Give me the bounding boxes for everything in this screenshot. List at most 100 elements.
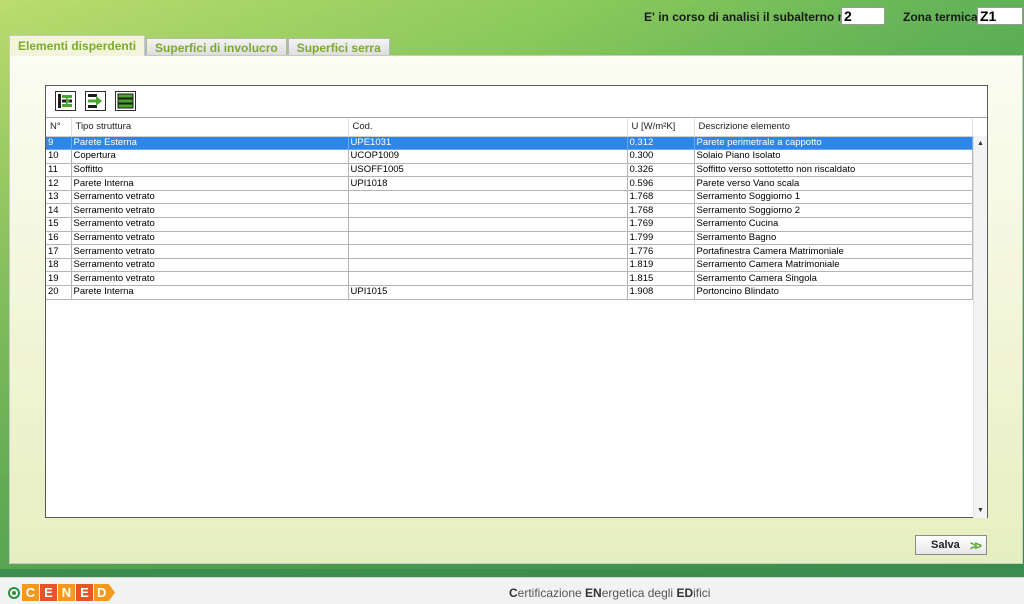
cell-u: 1.768 <box>627 203 695 219</box>
scroll-up-icon[interactable]: ▲ <box>977 140 984 147</box>
subalterno-field[interactable]: 2 <box>841 7 885 25</box>
cell-u: 1.815 <box>627 271 695 287</box>
cell-descrizione: Serramento Bagno <box>694 231 973 246</box>
tab-bar: Elementi disperdenti Superfici di involu… <box>9 35 391 56</box>
list-view-icon <box>117 93 134 109</box>
insert-element-icon <box>58 94 72 108</box>
table-row[interactable]: 15 Serramento vetrato 1.769 Serramento Cuci… <box>46 217 973 232</box>
tagline-part: ED <box>676 586 694 600</box>
save-button-label: Salva <box>931 539 960 551</box>
footer-band <box>0 569 1024 577</box>
cell-cod <box>348 190 628 205</box>
table-body: 9 Parete Esterna UPE1031 0.312 Parete perime… <box>46 136 973 300</box>
cell-number: 16 <box>46 231 72 246</box>
cell-cod: UPI1015 <box>348 285 628 300</box>
table-row[interactable]: 16 Serramento vetrato 1.799 Serramento Bagn… <box>46 231 973 246</box>
move-element-button[interactable] <box>85 91 106 111</box>
table-row[interactable]: 9 Parete Esterna UPE1031 0.312 Parete perime… <box>46 136 973 151</box>
cell-u: 1.819 <box>627 258 695 273</box>
logo-letter: E <box>76 584 93 601</box>
cell-number: 9 <box>46 136 72 151</box>
table-row[interactable]: 12 Parete Interna UPI1018 0.596 Parete verso… <box>46 176 973 191</box>
cell-cod: UPE1031 <box>348 136 628 151</box>
cell-tipo: Serramento vetrato <box>71 244 349 259</box>
column-header-tipo[interactable]: Tipo struttura <box>71 118 349 137</box>
column-header-descrizione[interactable]: Descrizione elemento <box>694 118 973 137</box>
cened-logo: CENED <box>8 584 116 601</box>
table-row[interactable]: 10 Copertura UCOP1009 0.300 Solaio Piano Iso… <box>46 149 973 164</box>
tab-elementi-disperdenti[interactable]: Elementi disperdenti <box>9 35 146 56</box>
cell-number: 13 <box>46 190 72 205</box>
cell-tipo: Parete Interna <box>71 176 349 191</box>
cell-tipo: Serramento vetrato <box>71 271 349 287</box>
tagline-part: ifici <box>693 586 711 600</box>
table-header-row: N° Tipo struttura Cod. U [W/m²K] Descriz… <box>46 118 973 137</box>
vertical-scrollbar[interactable]: ▲ ▼ <box>973 136 987 518</box>
tagline-part: ertificazione <box>517 586 586 600</box>
cell-number: 19 <box>46 271 72 287</box>
table-row[interactable]: 13 Serramento vetrato 1.768 Serramento Sogg… <box>46 190 973 205</box>
table-row[interactable]: 14 Serramento vetrato 1.768 Serramento Sogg… <box>46 203 973 219</box>
cell-u: 1.768 <box>627 190 695 205</box>
insert-element-button[interactable] <box>55 91 76 111</box>
cell-cod <box>348 203 628 219</box>
cell-tipo: Serramento vetrato <box>71 258 349 273</box>
cell-number: 18 <box>46 258 72 273</box>
tagline-part: EN <box>585 586 602 600</box>
table-row[interactable]: 19 Serramento vetrato 1.815 Serramento Came… <box>46 271 973 287</box>
column-header-number[interactable]: N° <box>46 118 72 137</box>
cell-tipo: Soffitto <box>71 163 349 178</box>
table-row[interactable]: 17 Serramento vetrato 1.776 Portafinestra C… <box>46 244 973 259</box>
cell-descrizione: Parete verso Vano scala <box>694 176 973 191</box>
main-panel: N° Tipo struttura Cod. U [W/m²K] Descriz… <box>9 55 1023 564</box>
cell-number: 20 <box>46 285 72 300</box>
cell-number: 15 <box>46 217 72 232</box>
cell-cod <box>348 258 628 273</box>
cell-descrizione: Portoncino Blindato <box>694 285 973 300</box>
logo-letter: C <box>22 584 39 601</box>
tab-superfici-serra[interactable]: Superfici serra <box>287 38 390 56</box>
cell-number: 11 <box>46 163 72 178</box>
cell-tipo: Serramento vetrato <box>71 217 349 232</box>
zona-termica-field[interactable]: Z1 <box>977 7 1023 25</box>
cell-number: 17 <box>46 244 72 259</box>
cell-tipo: Parete Esterna <box>71 136 349 151</box>
logo-circle-icon <box>8 586 20 599</box>
footer-tagline: Certificazione ENergetica degli EDifici <box>509 586 710 600</box>
cell-cod: UCOP1009 <box>348 149 628 164</box>
cell-descrizione: Parete perimetrale a cappotto <box>694 136 973 151</box>
cell-u: 0.300 <box>627 149 695 164</box>
cell-cod <box>348 244 628 259</box>
logo-letter: E <box>40 584 57 601</box>
cell-cod: UPI1018 <box>348 176 628 191</box>
cell-u: 1.776 <box>627 244 695 259</box>
list-view-button[interactable] <box>115 91 136 111</box>
cell-u: 0.596 <box>627 176 695 191</box>
cell-u: 0.312 <box>627 136 695 151</box>
column-header-u[interactable]: U [W/m²K] <box>627 118 695 137</box>
cell-u: 1.799 <box>627 231 695 246</box>
logo-letter: D <box>94 584 115 601</box>
cell-tipo: Copertura <box>71 149 349 164</box>
cell-number: 10 <box>46 149 72 164</box>
cell-u: 0.326 <box>627 163 695 178</box>
save-button[interactable]: Salva >> <box>915 535 987 555</box>
cell-tipo: Serramento vetrato <box>71 231 349 246</box>
cell-descrizione: Serramento Soggiorno 1 <box>694 190 973 205</box>
table-row[interactable]: 20 Parete Interna UPI1015 1.908 Portoncino B… <box>46 285 973 300</box>
column-header-cod[interactable]: Cod. <box>348 118 628 137</box>
table-row[interactable]: 18 Serramento vetrato 1.819 Serramento Came… <box>46 258 973 273</box>
move-element-icon <box>88 94 102 108</box>
cell-tipo: Serramento vetrato <box>71 203 349 219</box>
table-row[interactable]: 11 Soffitto USOFF1005 0.326 Soffitto verso s… <box>46 163 973 178</box>
scroll-down-icon[interactable]: ▼ <box>977 507 984 514</box>
zona-termica-label: Zona termica <box>903 10 978 24</box>
cell-number: 14 <box>46 203 72 219</box>
cell-cod: USOFF1005 <box>348 163 628 178</box>
tab-superfici-involucro[interactable]: Superfici di involucro <box>146 38 287 56</box>
elements-table: N° Tipo struttura Cod. U [W/m²K] Descriz… <box>46 118 973 300</box>
cell-u: 1.769 <box>627 217 695 232</box>
header-bar: E' in corso di analisi il subalterno n° … <box>0 6 1024 28</box>
cell-descrizione: Solaio Piano Isolato <box>694 149 973 164</box>
footer: CENED Certificazione ENergetica degli ED… <box>0 577 1024 604</box>
